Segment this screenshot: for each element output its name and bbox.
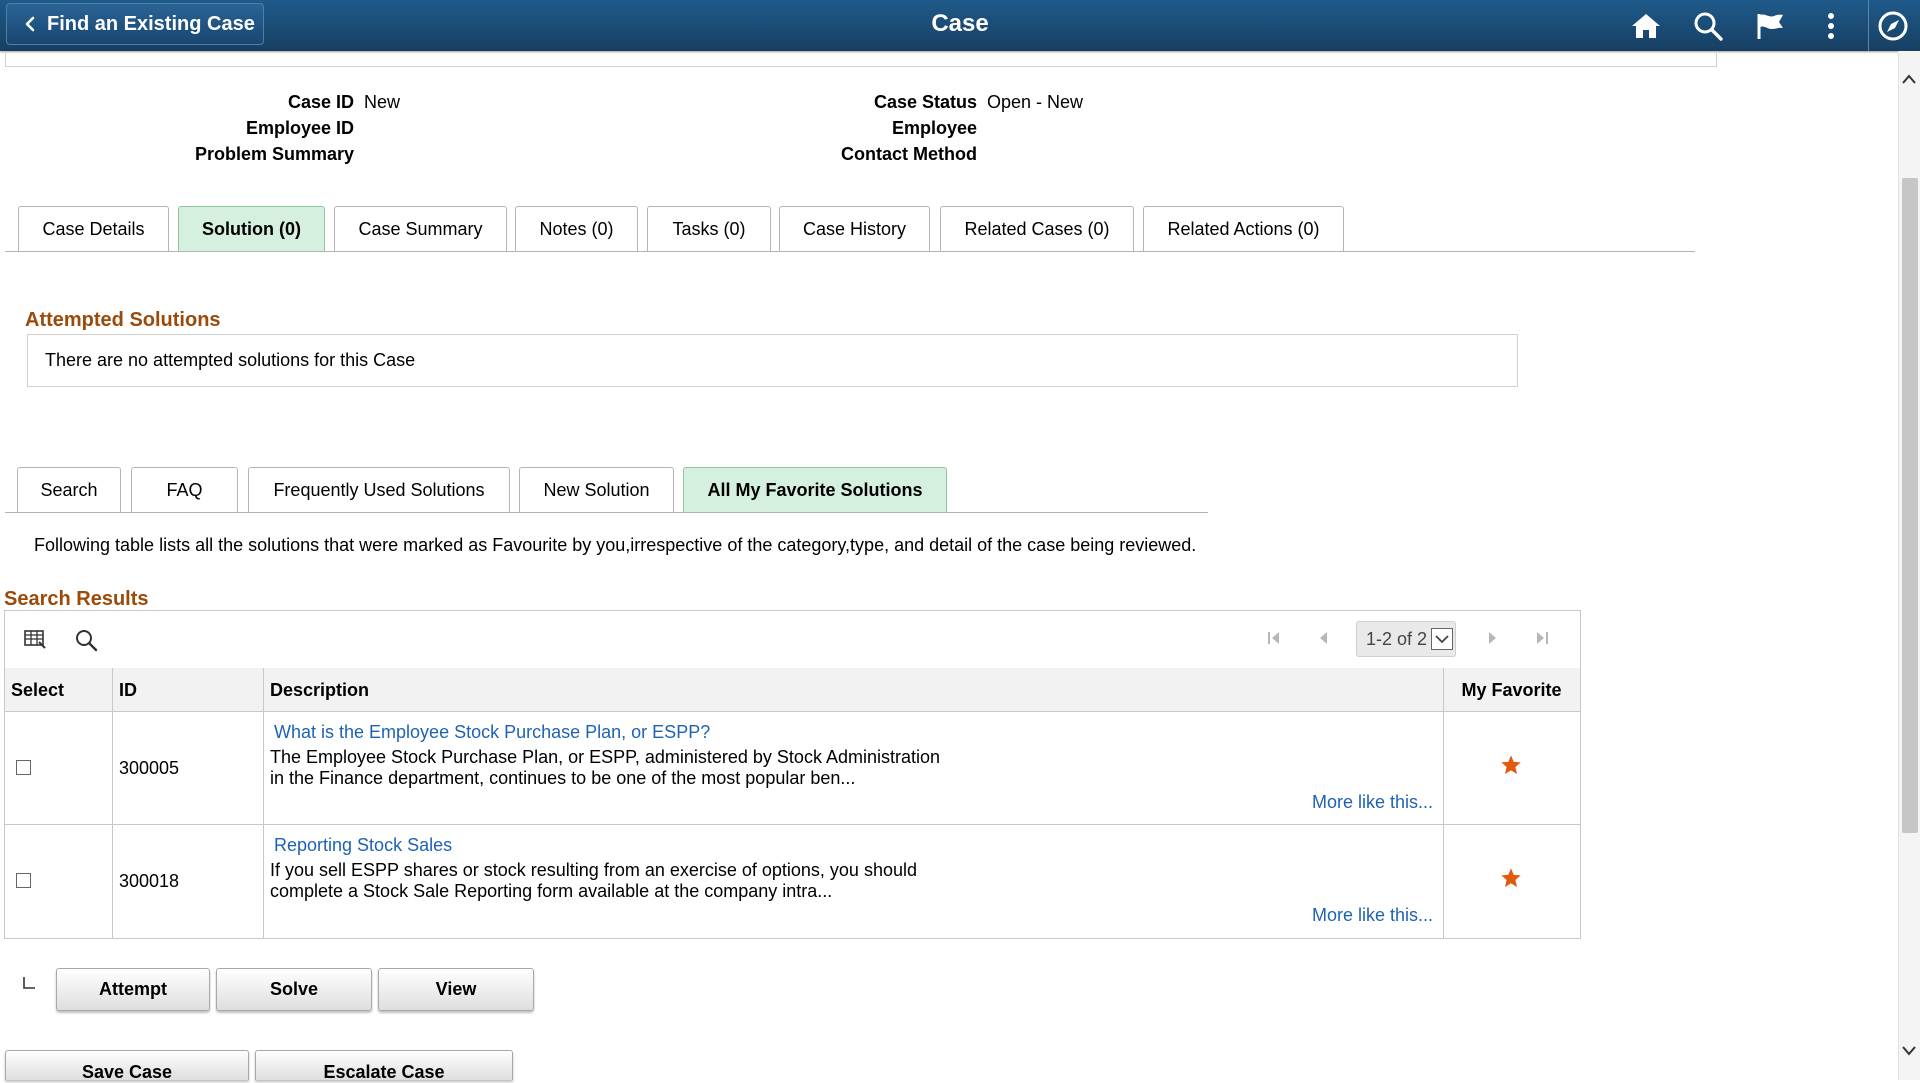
- navigator-compass-icon[interactable]: [1877, 10, 1909, 42]
- chevron-down-icon: [1431, 628, 1454, 650]
- row-select-checkbox[interactable]: [16, 760, 31, 775]
- scrollbar-thumb[interactable]: [1902, 178, 1918, 833]
- column-header-id[interactable]: ID: [119, 680, 137, 701]
- attempted-solutions-title: Attempted Solutions: [25, 309, 221, 331]
- select-all-corner-icon: [22, 976, 36, 990]
- tab-tasks[interactable]: Tasks (0): [647, 206, 771, 252]
- column-header-description[interactable]: Description: [270, 680, 369, 701]
- tab-underline: [5, 251, 1695, 252]
- tab-search[interactable]: Search: [17, 467, 121, 513]
- problem-summary-label: Problem Summary: [194, 144, 354, 164]
- case-id-label: Case ID: [287, 92, 354, 112]
- solve-button[interactable]: Solve: [216, 968, 372, 1011]
- tab-solution[interactable]: Solution (0): [178, 206, 325, 252]
- previous-page-icon[interactable]: [1313, 627, 1335, 649]
- attempt-button[interactable]: Attempt: [56, 968, 210, 1011]
- tab-related-actions[interactable]: Related Actions (0): [1143, 206, 1344, 252]
- column-header-my-favorite[interactable]: My Favorite: [1443, 680, 1580, 701]
- solution-description-line: The Employee Stock Purchase Plan, or ESP…: [270, 747, 940, 767]
- grid-search-icon[interactable]: [74, 628, 98, 652]
- solution-title-link[interactable]: Reporting Stock Sales: [274, 835, 452, 856]
- page-range-select[interactable]: 1-2 of 2: [1356, 621, 1456, 657]
- solution-description-line: complete a Stock Sale Reporting form ava…: [270, 881, 833, 901]
- row-id: 300018: [119, 871, 180, 891]
- favorite-star-icon[interactable]: [1499, 753, 1523, 777]
- employee-id-label: Employee ID: [245, 118, 354, 138]
- tab-faq[interactable]: FAQ: [131, 467, 238, 513]
- header-divider: [1868, 0, 1869, 51]
- page-range-text: 1-2 of 2: [1366, 628, 1428, 649]
- save-case-button[interactable]: Save Case: [5, 1050, 249, 1082]
- case-status-label: Case Status: [873, 92, 977, 112]
- case-id-value: New: [364, 92, 401, 112]
- solution-description-line: If you sell ESPP shares or stock resulti…: [270, 860, 917, 880]
- search-icon[interactable]: [1692, 10, 1724, 42]
- tab-case-history[interactable]: Case History: [779, 206, 930, 252]
- case-header-box: [5, 51, 1717, 67]
- solution-tab-underline: [5, 512, 1208, 513]
- escalate-case-button[interactable]: Escalate Case: [255, 1050, 513, 1082]
- favorite-star-icon[interactable]: [1499, 866, 1523, 890]
- solution-title-link[interactable]: What is the Employee Stock Purchase Plan…: [274, 722, 710, 743]
- scroll-up-icon[interactable]: [1898, 68, 1920, 90]
- tab-case-summary[interactable]: Case Summary: [334, 206, 507, 252]
- view-button[interactable]: View: [378, 968, 534, 1011]
- personalize-grid-icon[interactable]: [23, 628, 47, 650]
- flag-icon[interactable]: [1754, 10, 1786, 42]
- contact-method-label: Contact Method: [841, 144, 977, 164]
- grid-toolbar: [5, 611, 1580, 669]
- search-results-title: Search Results: [4, 588, 149, 610]
- next-page-icon[interactable]: [1481, 627, 1503, 649]
- more-like-this-link[interactable]: More like this...: [1200, 905, 1433, 926]
- solution-description-line: in the Finance department, continues to …: [270, 768, 856, 788]
- tab-all-my-favorite-solutions[interactable]: All My Favorite Solutions: [683, 467, 947, 513]
- case-status-value: Open - New: [987, 92, 1084, 112]
- attempted-solutions-message: There are no attempted solutions for thi…: [45, 350, 416, 370]
- more-like-this-link[interactable]: More like this...: [1200, 792, 1433, 813]
- tab-case-details[interactable]: Case Details: [18, 206, 169, 252]
- scroll-down-icon[interactable]: [1898, 1040, 1920, 1062]
- more-vertical-icon[interactable]: [1815, 10, 1847, 42]
- favorites-info-text: Following table lists all the solutions …: [34, 535, 1197, 555]
- attempted-solutions-box: There are no attempted solutions for thi…: [27, 334, 1518, 387]
- tab-new-solution[interactable]: New Solution: [519, 467, 674, 513]
- column-header-select: Select: [11, 680, 65, 700]
- row-id: 300005: [119, 758, 180, 778]
- tab-notes[interactable]: Notes (0): [515, 206, 638, 252]
- grid-header-row: [5, 668, 1580, 712]
- home-icon[interactable]: [1630, 10, 1662, 42]
- last-page-icon[interactable]: [1531, 627, 1553, 649]
- tab-related-cases[interactable]: Related Cases (0): [940, 206, 1134, 252]
- first-page-icon[interactable]: [1263, 627, 1285, 649]
- tab-frequently-used-solutions[interactable]: Frequently Used Solutions: [248, 467, 510, 513]
- row-select-checkbox[interactable]: [16, 873, 31, 888]
- employee-label: Employee: [891, 118, 977, 138]
